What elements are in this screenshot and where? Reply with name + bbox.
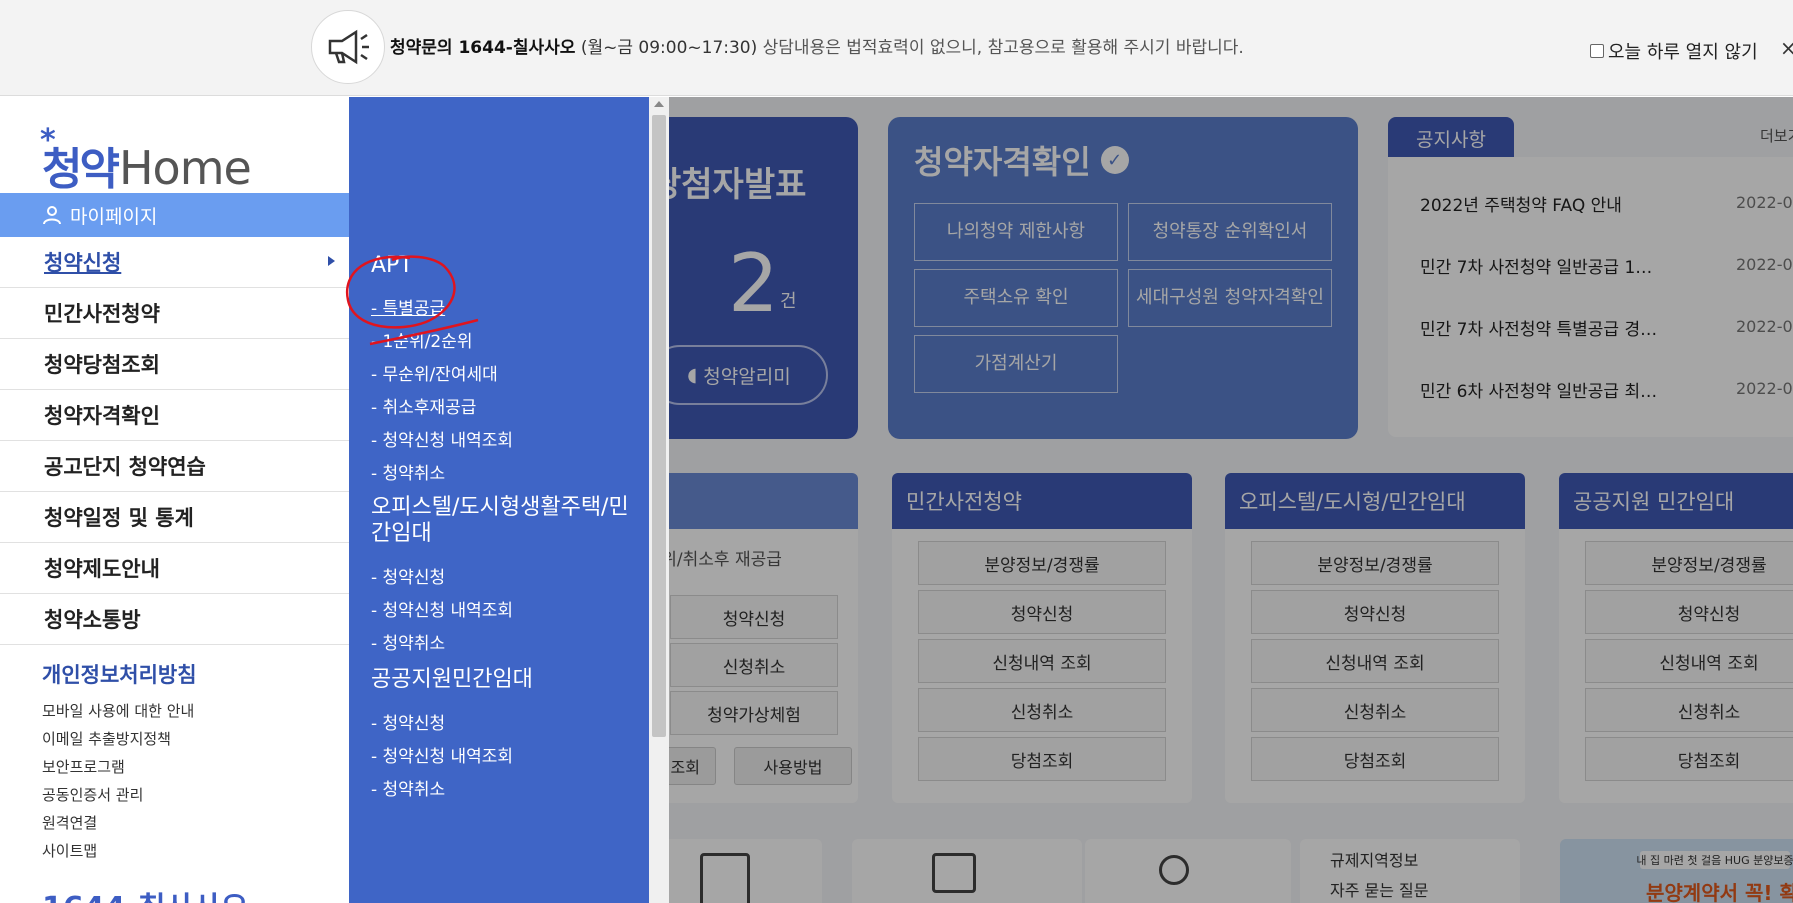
top-notice-bar: 청약문의 1644-칠사사오 (월~금 09:00~17:30) 상담내용은 법… xyxy=(0,0,1793,96)
certificate-link[interactable]: 공동인증서 관리 xyxy=(42,781,194,809)
megaphone-icon xyxy=(311,10,385,84)
mobile-guide-link[interactable]: 모바일 사용에 대한 안내 xyxy=(42,697,194,725)
submenu-item[interactable]: - 취소후재공급 xyxy=(371,393,476,418)
hide-today-checkbox[interactable]: 오늘 하루 열지 않기 xyxy=(1590,38,1758,64)
sidebar-item-winner-lookup[interactable]: 청약당첨조회 xyxy=(0,339,349,390)
sidebar-item-practice[interactable]: 공고단지 청약연습 xyxy=(0,441,349,492)
submenu-item[interactable]: - 1순위/2순위 xyxy=(371,327,472,352)
remote-link[interactable]: 원격연결 xyxy=(42,809,194,837)
arrow-right-icon xyxy=(328,256,335,266)
mypage-button[interactable]: 마이페이지 xyxy=(0,193,349,237)
hide-today-label: 오늘 하루 열지 않기 xyxy=(1608,42,1758,63)
sidebar-item-qualification[interactable]: 청약자격확인 xyxy=(0,390,349,441)
close-icon[interactable]: × xyxy=(1780,36,1793,60)
submenu-heading-officetel: 오피스텔/도시형생활주택/민간임대 xyxy=(371,495,629,547)
logo[interactable]: * 청약 Home xyxy=(40,123,252,197)
email-policy-link[interactable]: 이메일 추출방지정책 xyxy=(42,725,194,753)
submenu-item[interactable]: - 청약취소 xyxy=(371,459,445,484)
sitemap-link[interactable]: 사이트맵 xyxy=(42,837,194,865)
submenu-item[interactable]: - 청약신청 xyxy=(371,563,445,588)
submenu-item[interactable]: - 청약신청 xyxy=(371,709,445,734)
mypage-label: 마이페이지 xyxy=(70,205,158,228)
submenu-heading-apt: APT xyxy=(371,253,413,278)
submenu-item[interactable]: - 특별공급 xyxy=(371,294,445,319)
security-program-link[interactable]: 보안프로그램 xyxy=(42,753,194,781)
notice-text: 청약문의 1644-칠사사오 (월~금 09:00~17:30) 상담내용은 법… xyxy=(390,33,1244,58)
submenu-item[interactable]: - 무순위/잔여세대 xyxy=(371,360,498,385)
sidebar-item-community[interactable]: 청약소통방 xyxy=(0,594,349,645)
main-menu: 청약신청 민간사전청약 청약당첨조회 청약자격확인 공고단지 청약연습 청약일정… xyxy=(0,237,349,645)
footer-links: 모바일 사용에 대한 안내 이메일 추출방지정책 보안프로그램 공동인증서 관리… xyxy=(42,697,194,865)
submenu-item[interactable]: - 청약신청 내역조회 xyxy=(371,426,513,451)
logo-english: Home xyxy=(118,141,252,195)
star-icon: * xyxy=(40,123,56,158)
submenu-item[interactable]: - 청약신청 내역조회 xyxy=(371,596,513,621)
submenu-panel: APT - 특별공급 - 1순위/2순위 - 무순위/잔여세대 - 취소후재공급… xyxy=(349,97,649,903)
submenu-heading-public: 공공지원민간임대 xyxy=(371,667,533,692)
sidebar-item-apply[interactable]: 청약신청 xyxy=(0,237,349,288)
sidebar-item-system-guide[interactable]: 청약제도안내 xyxy=(0,543,349,594)
scroll-up-icon[interactable] xyxy=(654,101,664,107)
submenu-item[interactable]: - 청약취소 xyxy=(371,629,445,654)
hours: (월~금 09:00~17:30) xyxy=(580,38,758,58)
person-icon xyxy=(43,206,61,225)
checkbox-icon[interactable] xyxy=(1590,44,1604,58)
sidebar-item-private-pre[interactable]: 민간사전청약 xyxy=(0,288,349,339)
sidebar-item-schedule[interactable]: 청약일정 및 통계 xyxy=(0,492,349,543)
submenu-item[interactable]: - 청약취소 xyxy=(371,775,445,800)
submenu-scrollbar[interactable] xyxy=(649,97,669,903)
phone-label: 청약문의 1644-칠사사오 xyxy=(390,38,576,58)
phone-number: 1644-칠사사오 xyxy=(42,883,248,903)
disclaimer: 상담내용은 법적효력이 없으니, 참고용으로 활용해 주시기 바랍니다. xyxy=(762,38,1244,58)
scroll-thumb[interactable] xyxy=(652,115,666,737)
sidebar: * 청약 Home 마이페이지 청약신청 민간사전청약 청약당첨조회 청약자격확… xyxy=(0,97,349,903)
submenu-item[interactable]: - 청약신청 내역조회 xyxy=(371,742,513,767)
privacy-policy-link[interactable]: 개인정보처리방침 xyxy=(42,659,197,689)
